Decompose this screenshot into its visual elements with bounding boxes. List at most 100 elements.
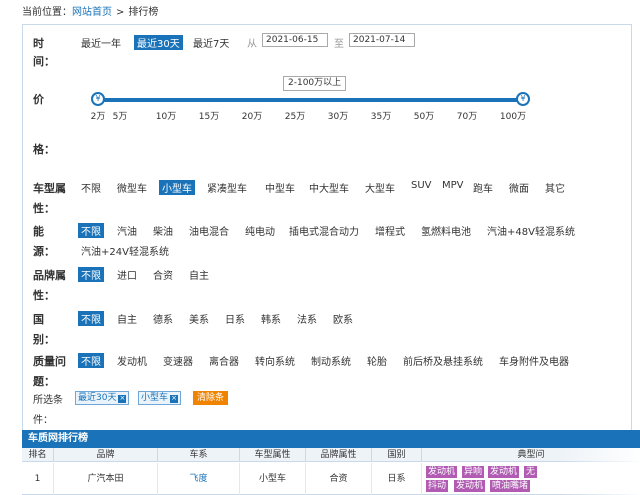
chosen-chip-30days[interactable]: 最近30天 × — [75, 391, 130, 405]
cell-series-link[interactable]: 飞度 — [158, 463, 240, 495]
country-option[interactable]: 欧系 — [333, 311, 353, 326]
country-option[interactable]: 法系 — [297, 311, 317, 326]
chosen-chip-small-car[interactable]: 小型车 × — [138, 391, 182, 405]
brand-attr-option[interactable]: 自主 — [189, 267, 209, 282]
issue-tag[interactable]: 喷油嘴堵 — [490, 480, 531, 492]
quality-option[interactable]: 制动系统 — [311, 353, 351, 368]
end-date-input[interactable]: 2021-07-14 — [349, 33, 415, 47]
filter-panel: 时 间： 最近一年 最近30天 最近7天 从 2021-06-15 至 2021… — [22, 24, 632, 432]
country-option[interactable]: 德系 — [153, 311, 173, 326]
breadcrumb-current: 排行榜 — [128, 7, 159, 18]
cell-brand-attr: 合资 — [306, 463, 372, 495]
time-option-7days[interactable]: 最近7天 — [193, 35, 229, 50]
price-tick: 100万 — [499, 112, 527, 122]
brand-attr-option[interactable]: 不限 — [78, 267, 104, 282]
breadcrumb: 当前位置：网站首页 > 排行榜 — [22, 4, 158, 22]
price-slider-track[interactable] — [98, 98, 523, 102]
header-series: 车系 — [158, 448, 240, 462]
edge-fade — [560, 448, 640, 495]
price-tick: 25万 — [284, 112, 306, 122]
energy-option[interactable]: 柴油 — [153, 223, 173, 238]
vehicle-type-option[interactable]: 跑车 — [473, 180, 493, 195]
date-from-label: 从 — [247, 39, 257, 50]
time-label-2: 间： — [33, 55, 55, 68]
time-option-year[interactable]: 最近一年 — [81, 35, 121, 50]
price-tick: 35万 — [370, 112, 392, 122]
energy-option[interactable]: 增程式 — [375, 223, 405, 238]
vehicle-type-option[interactable]: 中型车 — [265, 180, 295, 195]
quality-option[interactable]: 前后桥及悬挂系统 — [403, 353, 483, 368]
ranking-title: 车质网排行榜 — [22, 430, 640, 448]
country-label-1: 国 — [33, 313, 44, 326]
header-brand: 品牌 — [54, 448, 158, 462]
quality-option[interactable]: 轮胎 — [367, 353, 387, 368]
energy-option[interactable]: 汽油+48V轻混系统 — [487, 223, 575, 238]
chosen-label-1: 所选条 — [33, 395, 63, 406]
breadcrumb-home-link[interactable]: 网站首页 — [72, 7, 112, 18]
quality-option[interactable]: 车身附件及电器 — [499, 353, 569, 368]
table-row[interactable]: 1 广汽本田 飞度 小型车 合资 日系 发动机 异响 发动机 无 抖动 发动机 … — [22, 463, 640, 495]
energy-option[interactable]: 氢燃料电池 — [421, 223, 471, 238]
cell-brand: 广汽本田 — [54, 463, 158, 495]
quality-option[interactable]: 离合器 — [209, 353, 239, 368]
country-option[interactable]: 日系 — [225, 311, 245, 326]
date-to-label: 至 — [334, 39, 344, 50]
time-option-30days[interactable]: 最近30天 — [134, 35, 183, 50]
price-tick: 20万 — [241, 112, 263, 122]
price-tick: 30万 — [327, 112, 349, 122]
vehicle-type-label-2: 性： — [33, 202, 55, 215]
vehicle-type-option[interactable]: 其它 — [545, 180, 565, 195]
vehicle-type-option[interactable]: 微面 — [509, 180, 529, 195]
quality-option[interactable]: 不限 — [78, 353, 104, 368]
issue-tag[interactable]: 发动机 — [488, 466, 520, 478]
brand-attr-label-2: 性： — [33, 289, 55, 302]
country-option[interactable]: 自主 — [117, 311, 137, 326]
quality-option[interactable]: 变速器 — [163, 353, 193, 368]
price-tick: 50万 — [413, 112, 435, 122]
vehicle-type-option[interactable]: 大型车 — [365, 180, 395, 195]
vehicle-type-option[interactable]: MPV — [442, 180, 464, 191]
vehicle-type-option[interactable]: 微型车 — [117, 180, 147, 195]
chosen-label-2: 件： — [33, 415, 53, 426]
energy-option[interactable]: 油电混合 — [189, 223, 229, 238]
country-label-2: 别： — [33, 333, 55, 346]
price-tick: 2万 — [90, 112, 106, 122]
vehicle-type-option[interactable]: 不限 — [81, 180, 101, 195]
close-icon[interactable]: × — [170, 395, 179, 403]
issue-tag[interactable]: 发动机 — [426, 466, 458, 478]
breadcrumb-prefix: 当前位置： — [22, 7, 72, 18]
energy-option[interactable]: 汽油 — [117, 223, 137, 238]
country-option[interactable]: 美系 — [189, 311, 209, 326]
country-option[interactable]: 不限 — [78, 311, 104, 326]
ranking-table-header: 排名 品牌 车系 车型属性 品牌属性 国别 典型问 — [22, 448, 640, 462]
energy-option[interactable]: 不限 — [78, 223, 104, 238]
energy-option[interactable]: 汽油+24V轻混系统 — [81, 243, 169, 258]
price-high-handle[interactable]: ¥ — [516, 92, 530, 106]
brand-attr-option[interactable]: 合资 — [153, 267, 173, 282]
energy-option[interactable]: 插电式混合动力 — [289, 223, 359, 238]
energy-label-2: 源： — [33, 245, 55, 258]
clear-conditions-button[interactable]: 清除条 — [193, 391, 229, 405]
issue-tag[interactable]: 无 — [524, 466, 538, 478]
start-date-input[interactable]: 2021-06-15 — [262, 33, 328, 47]
quality-option[interactable]: 转向系统 — [255, 353, 295, 368]
issue-tag[interactable]: 异响 — [462, 466, 485, 478]
close-icon[interactable]: × — [118, 395, 127, 403]
chip-label: 小型车 — [141, 393, 169, 403]
brand-attr-option[interactable]: 进口 — [117, 267, 137, 282]
header-vehicle-attr: 车型属性 — [240, 448, 306, 462]
vehicle-type-option[interactable]: SUV — [411, 180, 432, 191]
quality-label-2: 题： — [33, 375, 55, 388]
vehicle-type-option[interactable]: 小型车 — [159, 180, 195, 195]
cell-country: 日系 — [372, 463, 422, 495]
issue-tag[interactable]: 抖动 — [426, 480, 449, 492]
vehicle-type-option[interactable]: 紧凑型车 — [207, 180, 247, 195]
vehicle-type-option[interactable]: 中大型车 — [309, 180, 349, 195]
issue-tag[interactable]: 发动机 — [454, 480, 486, 492]
price-low-handle[interactable]: ¥ — [91, 92, 105, 106]
breadcrumb-separator: > — [116, 7, 125, 18]
energy-option[interactable]: 纯电动 — [245, 223, 275, 238]
country-option[interactable]: 韩系 — [261, 311, 281, 326]
header-brand-attr: 品牌属性 — [306, 448, 372, 462]
quality-option[interactable]: 发动机 — [117, 353, 147, 368]
